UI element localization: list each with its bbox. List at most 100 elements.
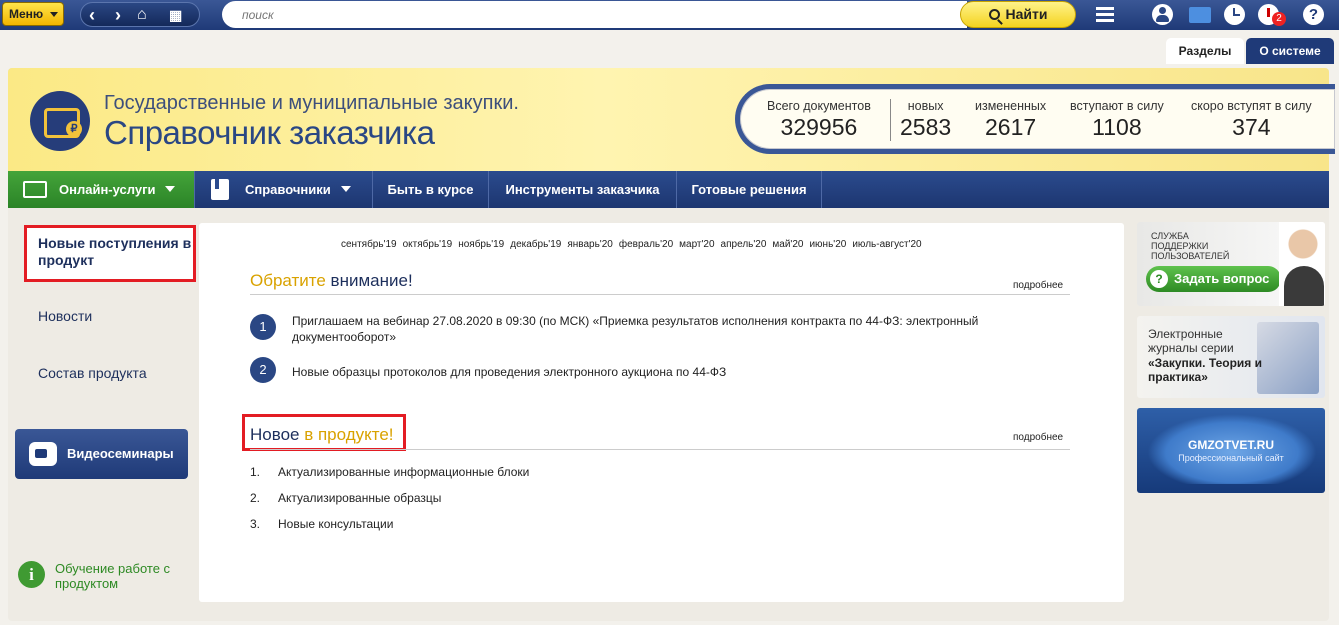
chevron-down-icon [165, 186, 176, 192]
attention-heading: Обратите внимание! [250, 271, 413, 291]
list-text: Новые консультации [278, 517, 394, 531]
sidebar-item-composition[interactable]: Состав продукта [38, 365, 147, 381]
stat-value: 1108 [1092, 114, 1142, 140]
folder-icon[interactable] [1189, 7, 1211, 23]
info-icon[interactable]: i [18, 561, 45, 588]
nav-tools[interactable]: Инструменты заказчика [488, 171, 676, 208]
nav-solutions[interactable]: Готовые решения [676, 171, 822, 208]
more-link[interactable]: подробнее [1013, 432, 1063, 443]
list-number: 2. [250, 491, 261, 505]
video-label: Видеосеминары [67, 446, 174, 461]
new-in-product-heading: Новое в продукте! [250, 425, 394, 445]
ask-label: Задать вопрос [1174, 271, 1270, 286]
stat-value: 2617 [984, 114, 1037, 140]
tab-sections[interactable]: Разделы [1166, 38, 1244, 64]
journal-title: «Закупки. Теория и практика» [1148, 356, 1262, 384]
grid-icon[interactable]: ▦ [169, 4, 182, 26]
month-link[interactable]: декабрь'19 [510, 239, 561, 250]
heading-accent: в продукте! [304, 425, 394, 444]
ask-question-button[interactable]: ? Задать вопрос [1146, 266, 1281, 292]
search-box [222, 1, 967, 28]
video-seminars-button[interactable]: Видеосеминары [15, 429, 188, 479]
help-icon[interactable]: ? [1303, 4, 1324, 25]
nav-label: Онлайн-услуги [59, 182, 156, 197]
months-nav: сентябрь'19 октябрь'19 ноябрь'19 декабрь'19… [341, 239, 928, 250]
list-text: Актуализированные информационные блоки [278, 465, 530, 479]
nav-online-services[interactable]: Онлайн-услуги [8, 171, 194, 208]
find-button[interactable]: Найти [960, 1, 1076, 28]
stat-label: измененных [975, 99, 1047, 113]
stat-upcoming[interactable]: скоро вступят в силу 374 [1191, 99, 1312, 141]
month-link[interactable]: январь'20 [567, 239, 613, 250]
announcement-number: 2 [250, 357, 276, 383]
stat-divider [890, 99, 891, 141]
month-link[interactable]: май'20 [772, 239, 803, 250]
month-link[interactable]: март'20 [679, 239, 714, 250]
month-link[interactable]: октябрь'19 [403, 239, 453, 250]
stat-effective[interactable]: вступают в силу 1108 [1070, 99, 1164, 141]
banner-subtitle: Государственные и муниципальные закупки. [104, 92, 519, 114]
month-link[interactable]: февраль'20 [619, 239, 673, 250]
support-banner[interactable]: Служба поддержки пользователей ? Задать в… [1137, 222, 1325, 306]
announcement-link[interactable]: Приглашаем на вебинар 27.08.2020 в 09:30… [292, 313, 1052, 345]
back-icon[interactable]: ‹ [89, 4, 95, 26]
heading-accent: Обратите [250, 271, 326, 290]
home-icon[interactable]: ⌂ [137, 4, 147, 26]
announcement-link[interactable]: Новые образцы протоколов для проведения … [292, 364, 1052, 380]
journal-text: Электронные журналы серии [1148, 327, 1234, 355]
sidebar-item-new-arrivals[interactable]: Новые поступления в продукт [24, 225, 196, 282]
find-label: Найти [1005, 6, 1048, 22]
question-icon: ? [1150, 270, 1168, 288]
clock-icon[interactable] [1224, 4, 1245, 25]
stat-label: скоро вступят в силу [1191, 99, 1312, 113]
hamburger-icon[interactable] [1096, 4, 1118, 26]
menu-label: Меню [9, 7, 44, 21]
search-input[interactable] [242, 1, 942, 28]
stat-total[interactable]: Всего документов 329956 [767, 99, 871, 141]
divider [250, 449, 1070, 450]
top-toolbar: Меню ‹ › ⌂ ▦ Найти 2 ? [0, 0, 1339, 30]
announcement-number: 1 [250, 314, 276, 340]
training-link[interactable]: Обучение работе с продуктом [55, 561, 185, 591]
heading-start: Новое [250, 425, 305, 444]
menu-button[interactable]: Меню [2, 2, 64, 26]
month-link[interactable]: ноябрь'19 [458, 239, 504, 250]
list-item[interactable]: 1. Актуализированные информационные блоки [250, 465, 529, 479]
list-item[interactable]: 3. Новые консультации [250, 517, 393, 531]
nav-news[interactable]: Быть в курсе [372, 171, 488, 208]
nav-label: Справочники [245, 182, 331, 197]
chevron-down-icon [50, 12, 58, 17]
stat-label: вступают в силу [1070, 99, 1164, 113]
camera-icon [29, 442, 57, 466]
stat-changed[interactable]: измененных 2617 [975, 99, 1046, 141]
month-link[interactable]: июль-август'20 [852, 239, 921, 250]
list-text: Актуализированные образцы [278, 491, 442, 505]
nav-reference[interactable]: Справочники [194, 171, 372, 208]
divider [250, 294, 1070, 295]
tab-about[interactable]: О системе [1246, 38, 1334, 64]
month-link[interactable]: апрель'20 [721, 239, 767, 250]
heading-rest: внимание! [325, 271, 413, 290]
support-agent-image [1279, 222, 1325, 306]
gmzotvet-banner[interactable]: GMZOTVET.RU Профессиональный сайт [1137, 408, 1325, 493]
sidebar-item-news[interactable]: Новости [38, 308, 92, 324]
list-item[interactable]: 2. Актуализированные образцы [250, 491, 441, 505]
gmz-subtitle: Профессиональный сайт [1178, 453, 1284, 463]
list-number: 1. [250, 465, 261, 479]
stat-value: 2583 [900, 114, 952, 140]
month-link[interactable]: июнь'20 [809, 239, 846, 250]
forward-icon[interactable]: › [115, 4, 121, 26]
month-link[interactable]: сентябрь'19 [341, 239, 397, 250]
stat-new[interactable]: новых 2583 [900, 99, 951, 141]
wallet-logo-icon [30, 91, 90, 151]
stat-label: новых [907, 99, 944, 113]
user-icon[interactable] [1152, 4, 1173, 25]
chevron-down-icon [340, 186, 351, 192]
navigation-group: ‹ › ⌂ ▦ [80, 2, 200, 27]
banner-title: Справочник заказчика [104, 114, 435, 151]
stat-value: 374 [1232, 114, 1271, 140]
journal-banner[interactable]: Электронные журналы серии «Закупки. Теор… [1137, 316, 1325, 398]
monitor-icon [23, 181, 47, 198]
stat-value: 329956 [780, 114, 858, 140]
more-link[interactable]: подробнее [1013, 280, 1063, 291]
